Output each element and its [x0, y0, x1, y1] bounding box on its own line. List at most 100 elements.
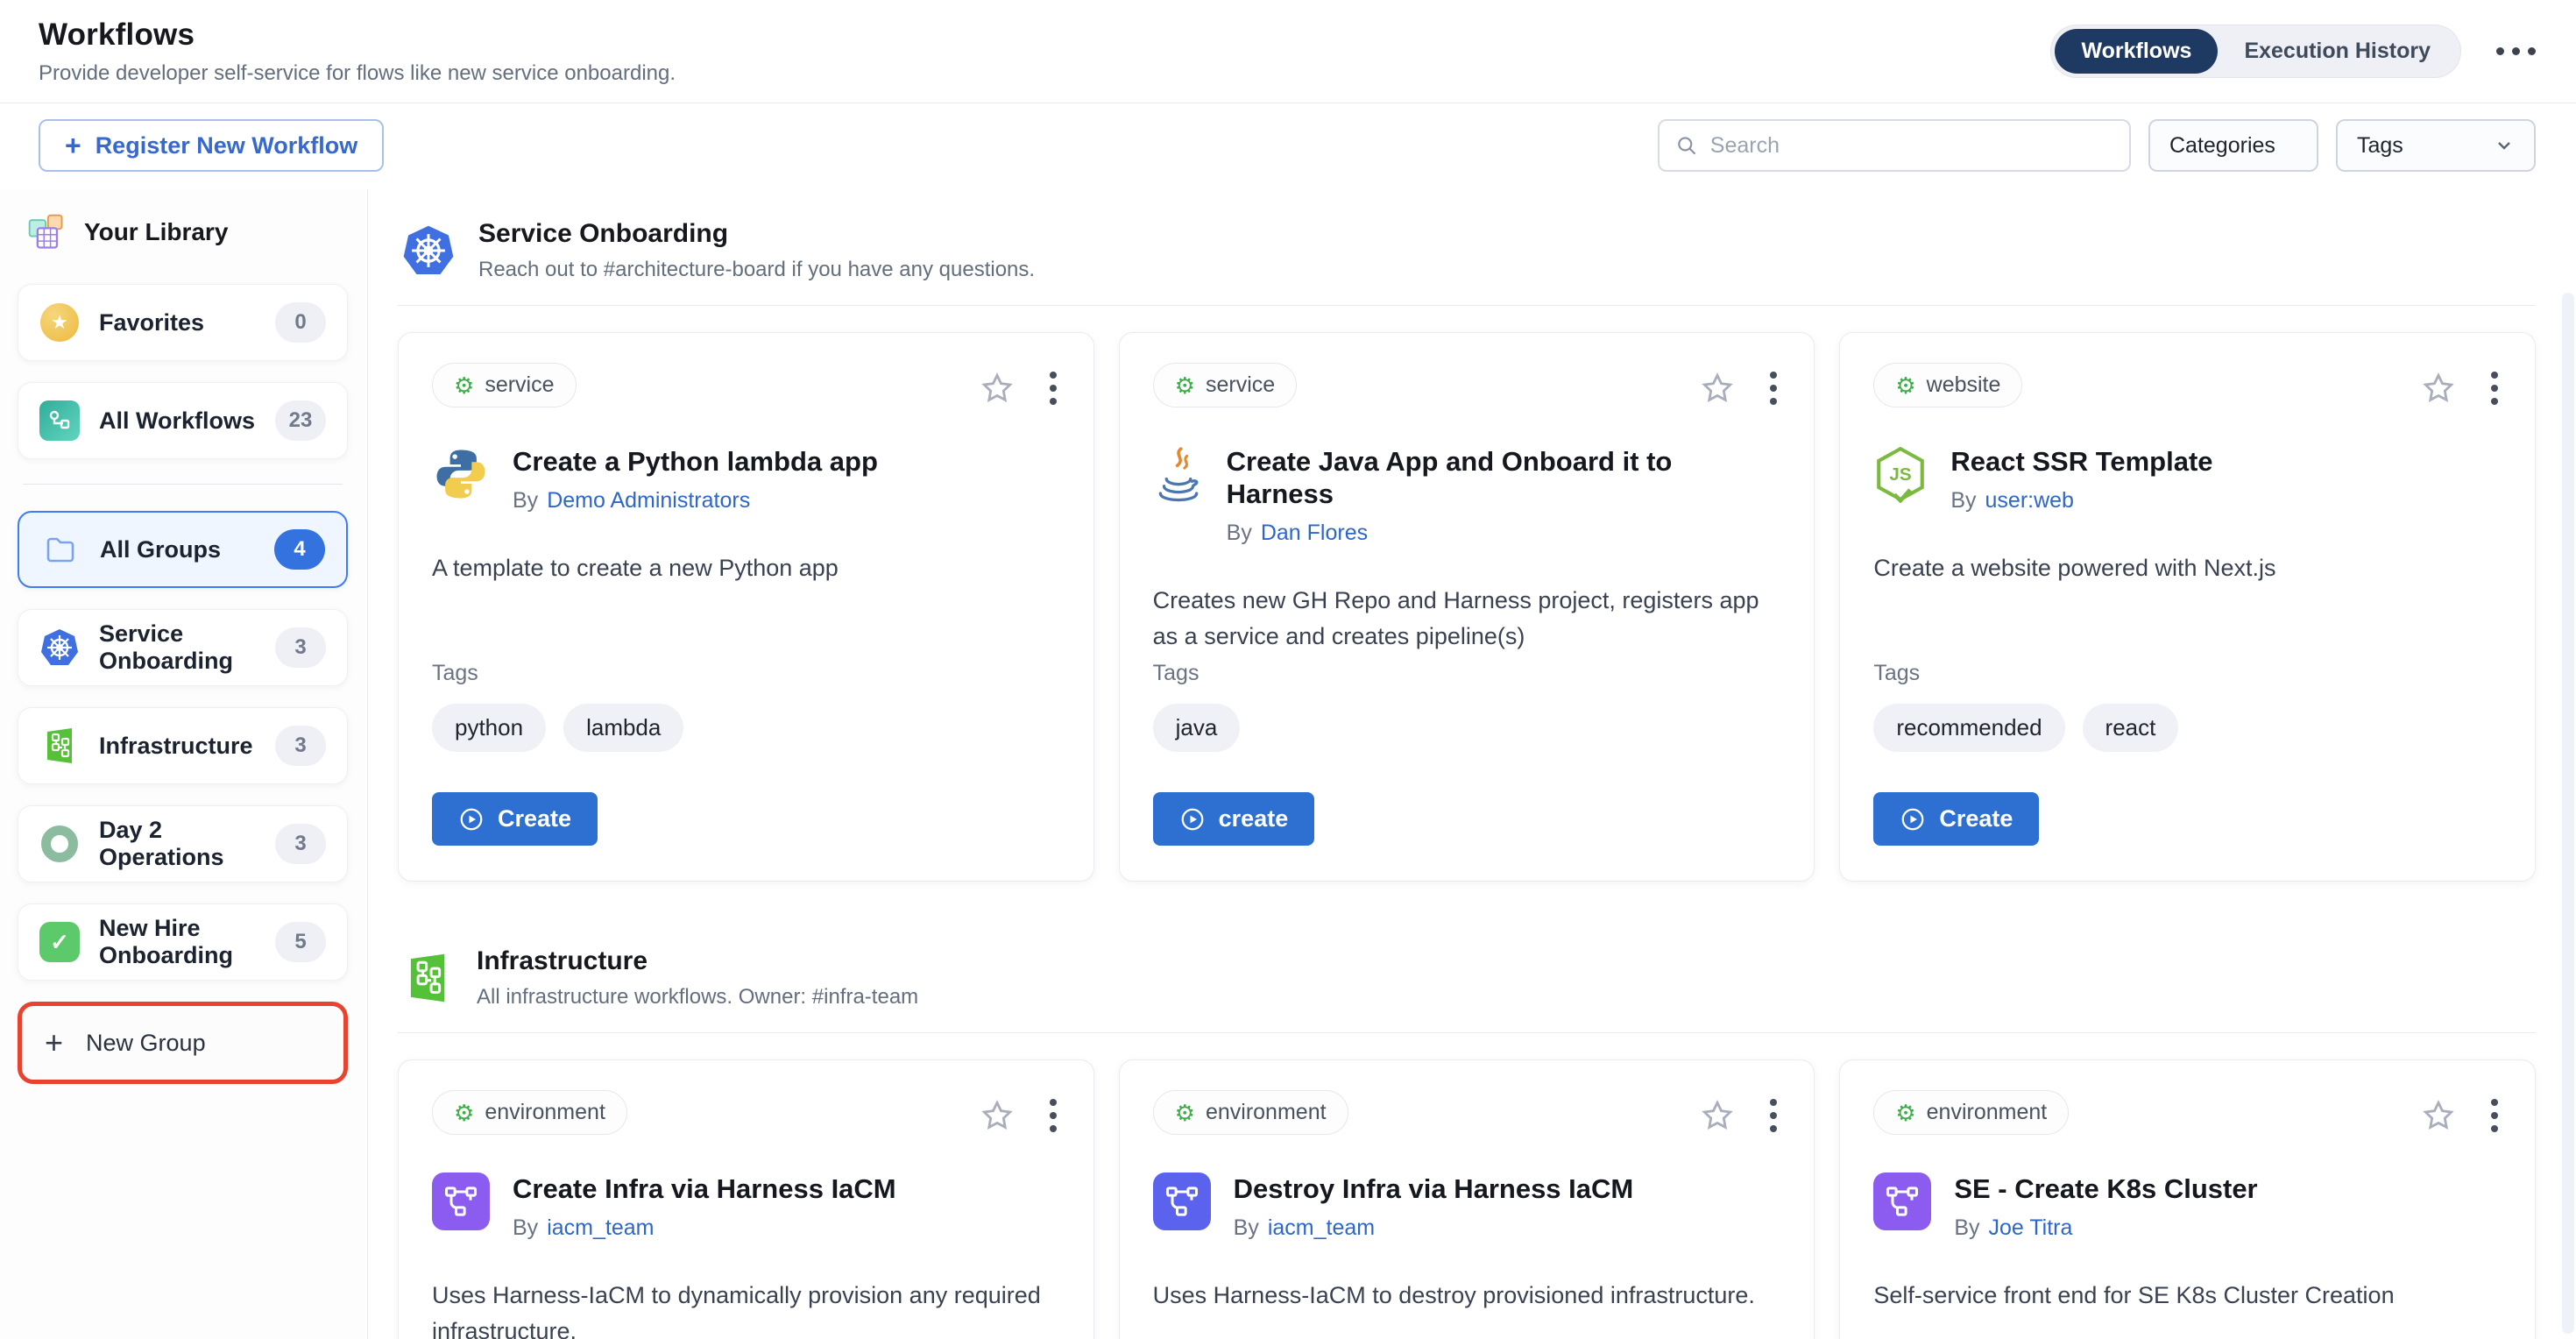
register-new-workflow-button[interactable]: + Register New Workflow: [39, 119, 384, 172]
kebab-menu-icon[interactable]: [2488, 368, 2502, 408]
author-link[interactable]: Dan Flores: [1261, 521, 1368, 545]
nodejs-icon: JS: [1873, 445, 1928, 503]
kebab-menu-icon[interactable]: [1766, 368, 1780, 408]
iacm-pipeline-icon: [1873, 1173, 1931, 1230]
tag-pill: react: [2083, 704, 2179, 752]
plus-icon: +: [65, 131, 81, 159]
sidebar-item-all-workflows[interactable]: All Workflows 23: [18, 382, 348, 459]
sidebar-item-label: New Hire Onboarding: [99, 915, 256, 969]
play-circle-icon: [1900, 806, 1926, 832]
library-header: Your Library: [26, 212, 348, 252]
tag-pill: recommended: [1873, 704, 2064, 752]
favorites-star-icon: ★: [39, 302, 80, 343]
tags-label: Tags: [1153, 661, 1781, 686]
card-title: Create a Python lambda app: [513, 445, 878, 478]
count-badge: 23: [275, 400, 326, 441]
sidebar-item-day-2-operations[interactable]: Day 2 Operations 3: [18, 805, 348, 882]
type-badge: ⚙ website: [1873, 363, 2022, 407]
card-description: Create a website powered with Next.js: [1873, 550, 2502, 586]
author-link[interactable]: iacm_team: [1268, 1215, 1375, 1240]
kubernetes-icon: [39, 627, 80, 668]
vertical-scrollbar[interactable]: [2562, 293, 2574, 1334]
author-link[interactable]: user:web: [1985, 488, 2074, 513]
count-badge: 5: [275, 922, 326, 962]
check-icon: ✓: [39, 922, 80, 962]
python-icon: [432, 445, 490, 503]
svg-text:JS: JS: [1890, 464, 1912, 485]
tags-row: python lambda: [432, 704, 1060, 752]
card-byline: ByJoe Titra: [1954, 1215, 2257, 1241]
card-title: Create Java App and Onboard it to Harnes…: [1227, 445, 1781, 510]
favorite-star-icon[interactable]: [2421, 1098, 2456, 1133]
tags-row: java: [1153, 704, 1781, 752]
type-badge: ⚙ environment: [432, 1090, 627, 1135]
workflow-cards-grid: ⚙ service: [398, 332, 2536, 882]
author-link[interactable]: Demo Administrators: [547, 488, 750, 513]
sidebar-item-all-groups[interactable]: All Groups 4: [18, 511, 348, 588]
register-new-workflow-label: Register New Workflow: [96, 132, 358, 159]
favorite-star-icon[interactable]: [1700, 371, 1735, 406]
favorite-star-icon[interactable]: [1700, 1098, 1735, 1133]
library-cubes-icon: [26, 212, 67, 252]
sidebar-item-new-hire-onboarding[interactable]: ✓ New Hire Onboarding 5: [18, 903, 348, 981]
workflow-card-destroy-infra: ⚙ environment: [1119, 1059, 1815, 1339]
tab-execution-history[interactable]: Execution History: [2218, 29, 2457, 74]
tag-pill: lambda: [563, 704, 683, 752]
main-content: Service Onboarding Reach out to #archite…: [368, 189, 2576, 1339]
author-link[interactable]: Joe Titra: [1989, 1215, 2073, 1240]
kebab-menu-icon[interactable]: [1046, 368, 1060, 408]
tags-dropdown[interactable]: Tags: [2336, 119, 2536, 172]
sidebar-item-favorites[interactable]: ★ Favorites 0: [18, 284, 348, 361]
workflow-card-react-ssr: ⚙ website JS: [1839, 332, 2536, 882]
sidebar-item-label: All Workflows: [99, 407, 256, 435]
more-options-icon[interactable]: [2496, 47, 2536, 55]
create-button[interactable]: Create: [432, 792, 598, 846]
tag-pill: python: [432, 704, 546, 752]
kebab-menu-icon[interactable]: [1046, 1095, 1060, 1136]
kebab-menu-icon[interactable]: [2488, 1095, 2502, 1136]
new-group-label: New Group: [86, 1030, 206, 1057]
tags-label: Tags: [432, 661, 1060, 686]
create-button[interactable]: Create: [1873, 792, 2039, 846]
favorite-star-icon[interactable]: [980, 1098, 1015, 1133]
search-icon: [1675, 133, 1698, 158]
kebab-menu-icon[interactable]: [1766, 1095, 1780, 1136]
categories-dropdown[interactable]: Categories: [2148, 119, 2318, 172]
card-byline: Byiacm_team: [1234, 1215, 1634, 1241]
sidebar-item-infrastructure[interactable]: Infrastructure 3: [18, 707, 348, 784]
tags-label: Tags: [1873, 661, 2502, 686]
infrastructure-icon: [39, 726, 80, 766]
favorite-star-icon[interactable]: [980, 371, 1015, 406]
page-subtitle: Provide developer self-service for flows…: [39, 61, 676, 86]
new-group-button[interactable]: + New Group: [18, 1002, 348, 1084]
library-label: Your Library: [84, 218, 228, 246]
author-link[interactable]: iacm_team: [547, 1215, 654, 1240]
create-button[interactable]: create: [1153, 792, 1315, 846]
favorite-star-icon[interactable]: [2421, 371, 2456, 406]
section-divider: [398, 1032, 2536, 1033]
card-byline: ByDan Flores: [1227, 521, 1781, 546]
page-title: Workflows: [39, 18, 676, 53]
card-byline: Byuser:web: [1950, 488, 2212, 514]
tab-workflows[interactable]: Workflows: [2055, 29, 2218, 74]
folder-icon: [40, 529, 81, 570]
toolbar: + Register New Workflow Categories Tags: [0, 103, 2576, 189]
workflow-card-se-k8s-cluster: ⚙ environment: [1839, 1059, 2536, 1339]
section-header-service-onboarding: Service Onboarding Reach out to #archite…: [401, 219, 2536, 282]
categories-dropdown-label: Categories: [2169, 133, 2275, 159]
search-box[interactable]: [1658, 119, 2131, 172]
type-badge: ⚙ service: [1153, 363, 1298, 407]
iacm-pipeline-icon: [1153, 1173, 1211, 1230]
workflow-cards-grid: ⚙ environment: [398, 1059, 2536, 1339]
card-title: React SSR Template: [1950, 445, 2212, 478]
search-input[interactable]: [1710, 133, 2113, 159]
day2-ops-ring-icon: [39, 824, 80, 864]
sidebar-item-label: Favorites: [99, 309, 256, 337]
count-badge: 0: [275, 302, 326, 343]
workflow-card-create-infra: ⚙ environment: [398, 1059, 1094, 1339]
toolbar-filters: Categories Tags: [1658, 119, 2536, 172]
card-description: A template to create a new Python app: [432, 550, 1060, 586]
sidebar-item-service-onboarding[interactable]: Service Onboarding 3: [18, 609, 348, 686]
card-description: Uses Harness-IaCM to dynamically provisi…: [432, 1278, 1060, 1339]
count-badge: 3: [275, 726, 326, 766]
